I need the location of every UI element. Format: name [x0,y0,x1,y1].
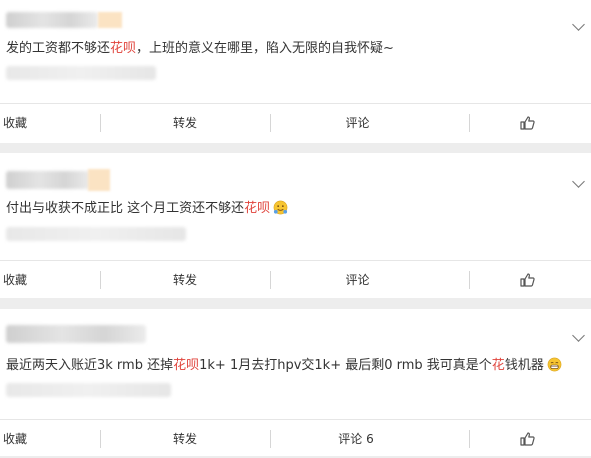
collect-button[interactable]: 收藏 [0,261,30,299]
divider [100,271,101,289]
hug-emoji-icon [273,200,288,215]
divider [270,430,271,448]
thumbs-up-icon[interactable] [519,272,535,288]
divider [100,430,101,448]
grin-emoji-icon [547,357,562,372]
chevron-down-icon[interactable] [572,329,585,342]
timestamp-blurred [6,227,186,241]
action-bar: 收藏 转发 评论 [0,260,591,299]
forward-button[interactable]: 转发 [160,261,210,299]
timestamp-blurred [6,66,156,80]
comment-card: 最近两天入账近3k rmb 还掉花呗1k+ 1月去打hpv交1k+ 最后剩0 r… [0,309,591,456]
comment-card: 发的工资都不够还花呗，上班的意义在哪里，陷入无限的自我怀疑~ 收藏 转发 评论 [0,0,591,143]
thumbs-up-icon[interactable] [519,431,535,447]
divider [469,271,470,289]
username-blurred[interactable] [6,325,146,343]
divider [469,114,470,132]
avatar-badge-blurred [98,12,122,28]
action-bar: 收藏 转发 评论 [0,103,591,142]
forward-button[interactable]: 转发 [160,104,210,142]
comment-text: 最近两天入账近3k rmb 还掉花呗1k+ 1月去打hpv交1k+ 最后剩0 r… [6,357,562,375]
comment-text: 发的工资都不够还花呗，上班的意义在哪里，陷入无限的自我怀疑~ [6,41,394,56]
comment-button[interactable]: 评论 [330,261,385,299]
comment-card: 付出与收获不成正比 这个月工资还不够还花呗 收藏 转发 评论 [0,153,591,298]
divider [270,271,271,289]
comment-button[interactable]: 评论 6 [325,420,387,458]
divider [270,114,271,132]
divider [100,114,101,132]
timestamp-blurred [6,383,171,397]
forward-button[interactable]: 转发 [160,420,210,458]
comment-text: 付出与收获不成正比 这个月工资还不够还花呗 [6,200,288,218]
avatar-badge-blurred [88,169,110,191]
divider [469,430,470,448]
username-blurred[interactable] [6,12,98,28]
collect-button[interactable]: 收藏 [0,104,30,142]
thumbs-up-icon[interactable] [519,115,535,131]
chevron-down-icon[interactable] [572,18,585,31]
chevron-down-icon[interactable] [572,175,585,188]
collect-button[interactable]: 收藏 [0,420,30,458]
username-blurred[interactable] [6,171,90,189]
comment-button[interactable]: 评论 [330,104,385,142]
action-bar: 收藏 转发 评论 6 [0,419,591,458]
